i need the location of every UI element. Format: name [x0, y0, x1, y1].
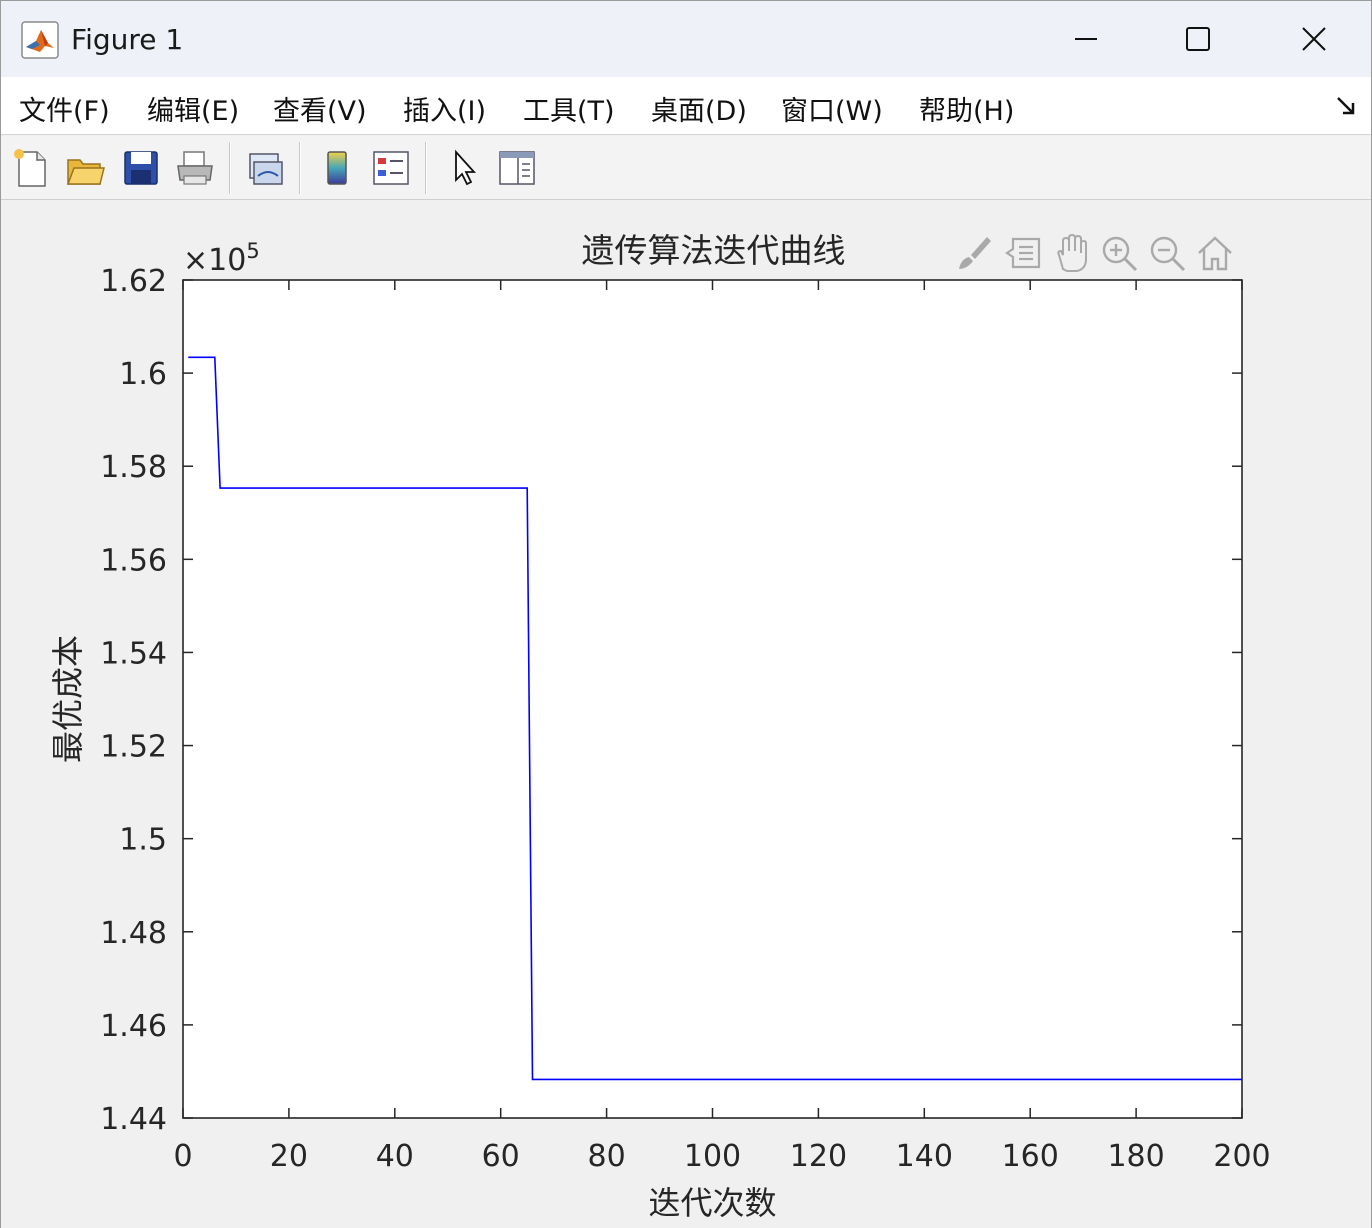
insert-legend-button[interactable]: [369, 144, 413, 192]
y-exponent-label: ×105: [183, 239, 260, 278]
x-tick-label: 180: [1107, 1139, 1164, 1174]
dock-arrow-icon[interactable]: [1335, 95, 1357, 121]
toolbar-separator: [425, 142, 427, 194]
chart-title: 遗传算法迭代曲线: [582, 231, 846, 270]
x-tick-label: 100: [684, 1139, 741, 1174]
colorbar-icon: [327, 151, 347, 185]
close-button[interactable]: [1279, 11, 1349, 67]
x-tick-label: 120: [790, 1139, 847, 1174]
y-tick-label: 1.62: [100, 264, 167, 299]
brush-icon: [959, 237, 991, 269]
toolbar-separator: [299, 142, 301, 194]
zoom-in-icon: [1102, 236, 1138, 272]
chart: 0 20 40 60 80 100 120 140 160 180 200 1.44 1.46 1.48 1…: [49, 231, 1271, 1222]
menu-view[interactable]: 查看(V): [273, 89, 367, 128]
menu-window[interactable]: 窗口(W): [781, 89, 883, 128]
print-button[interactable]: [173, 144, 217, 192]
maximize-icon: [1186, 27, 1210, 51]
menu-help[interactable]: 帮助(H): [919, 89, 1014, 128]
new-figure-button[interactable]: [9, 144, 53, 192]
home-icon: [1198, 236, 1232, 271]
zoom-out-button[interactable]: [1145, 231, 1189, 275]
link-plot-icon: [249, 153, 283, 185]
legend-icon: [373, 151, 409, 185]
zoom-out-icon: [1150, 236, 1186, 272]
zoom-in-button[interactable]: [1097, 231, 1141, 275]
menu-edit[interactable]: 编辑(E): [147, 89, 239, 128]
menu-tools[interactable]: 工具(T): [523, 89, 615, 128]
x-tick-label: 20: [270, 1139, 308, 1174]
x-tick-label: 0: [173, 1139, 192, 1174]
x-tick-label: 60: [482, 1139, 520, 1174]
y-tick-label: 1.6: [119, 357, 167, 392]
menu-bar: 文件(F) 编辑(E) 查看(V) 插入(I) 工具(T) 桌面(D) 窗口(W…: [1, 77, 1371, 135]
print-icon: [177, 151, 213, 185]
minimize-icon: [1075, 38, 1097, 40]
x-tick-label: 140: [896, 1139, 953, 1174]
maximize-button[interactable]: [1163, 11, 1233, 67]
y-axis-label: 最优成本: [49, 635, 87, 763]
exponent-power: 5: [246, 239, 259, 263]
insert-colorbar-button[interactable]: [315, 144, 359, 192]
y-tick-label: 1.54: [100, 636, 167, 671]
edit-plot-icon: [455, 149, 477, 186]
pan-button[interactable]: [1049, 231, 1093, 275]
link-plot-button[interactable]: [243, 144, 287, 192]
window-title: Figure 1: [71, 23, 184, 56]
exponent-base: ×10: [183, 243, 246, 278]
data-tips-button[interactable]: [1001, 231, 1045, 275]
figure-toolbar: [1, 136, 1371, 200]
new-figure-icon: [14, 149, 46, 187]
menu-insert[interactable]: 插入(I): [403, 89, 486, 128]
figure-canvas: 0 20 40 60 80 100 120 140 160 180 200 1.44 1.46 1.48 1…: [1, 201, 1371, 1228]
open-file-button[interactable]: [63, 144, 107, 192]
brush-button[interactable]: [951, 231, 995, 275]
property-inspector-button[interactable]: [495, 144, 539, 192]
matlab-icon: [21, 21, 59, 59]
y-tick-label: 1.56: [100, 543, 167, 578]
x-tick-label: 160: [1002, 1139, 1059, 1174]
x-tick-label: 40: [376, 1139, 414, 1174]
x-axis-label: 迭代次数: [648, 1184, 776, 1222]
open-file-icon: [66, 159, 105, 185]
y-tick-label: 1.5: [119, 823, 167, 858]
y-tick-label: 1.52: [100, 730, 167, 765]
save-icon: [124, 151, 158, 185]
property-inspector-icon: [499, 151, 535, 185]
pan-icon: [1057, 233, 1087, 272]
menu-desktop[interactable]: 桌面(D): [651, 89, 747, 128]
menu-file[interactable]: 文件(F): [19, 89, 110, 128]
data-tips-icon: [1005, 237, 1041, 269]
x-tick-label: 200: [1213, 1139, 1270, 1174]
axes-toolbar: [951, 231, 1243, 275]
y-tick-label: 1.58: [100, 450, 167, 485]
y-tick-label: 1.44: [100, 1102, 167, 1137]
toolbar-separator: [229, 142, 231, 194]
save-button[interactable]: [119, 144, 163, 192]
axes-background: [183, 280, 1242, 1118]
y-tick-label: 1.46: [100, 1009, 167, 1044]
close-icon: [1302, 27, 1326, 51]
restore-view-button[interactable]: [1193, 231, 1237, 275]
title-bar: Figure 1: [1, 1, 1371, 77]
y-tick-label: 1.48: [100, 916, 167, 951]
edit-plot-button[interactable]: [441, 144, 485, 192]
minimize-button[interactable]: [1051, 11, 1121, 67]
figure-window: Figure 1 文件(F) 编辑(E) 查看(V) 插入(I) 工具(T) 桌…: [0, 0, 1372, 1228]
x-tick-label: 80: [588, 1139, 626, 1174]
